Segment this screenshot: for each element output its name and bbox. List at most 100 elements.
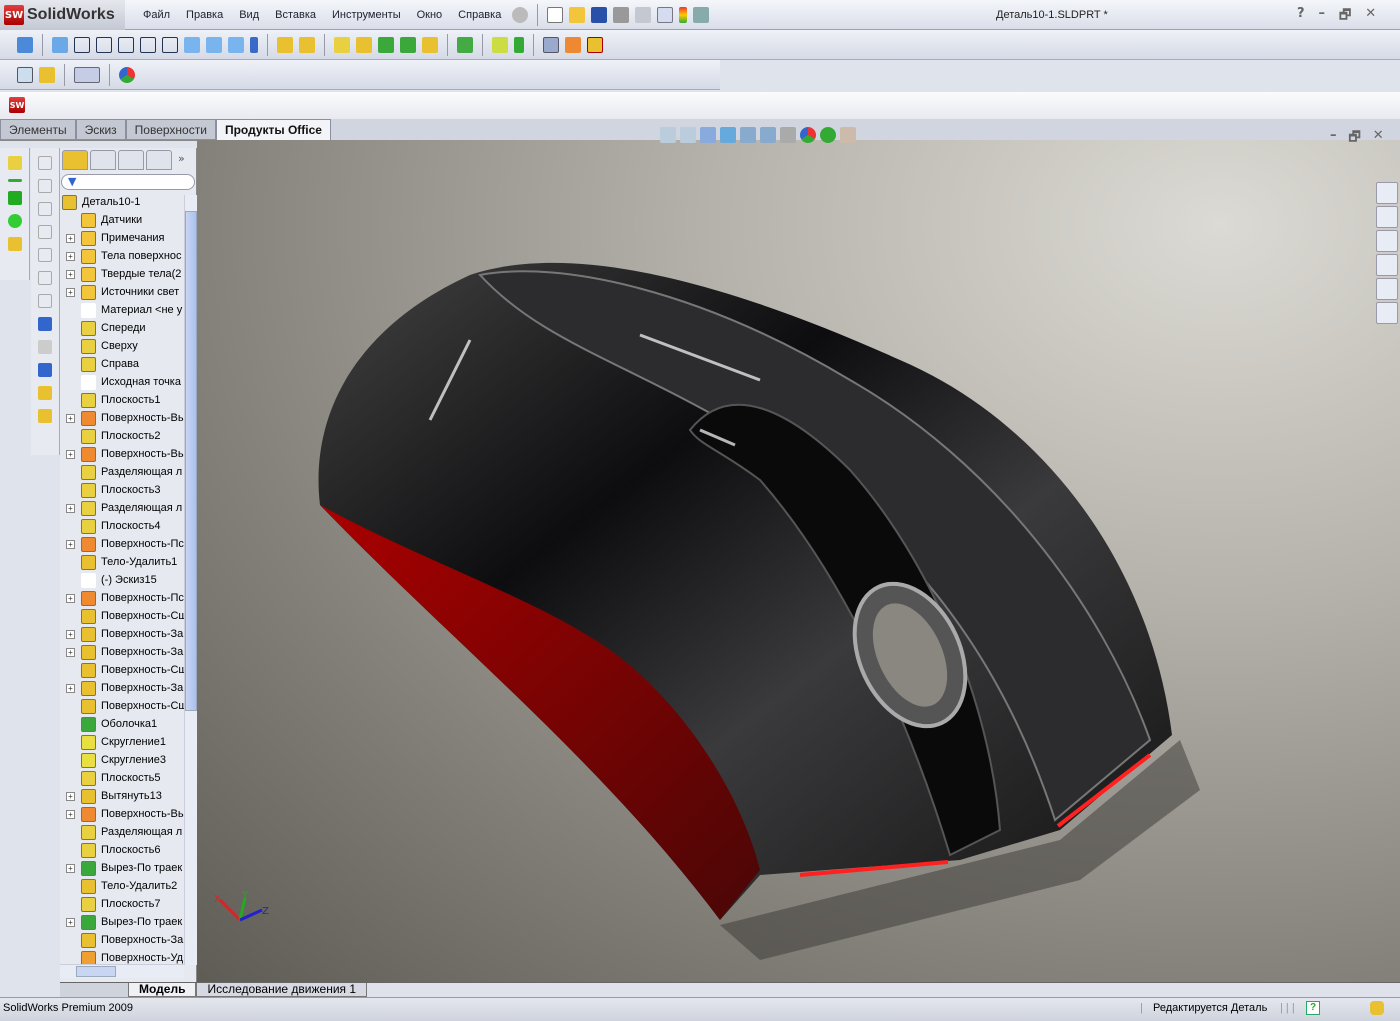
menu-window[interactable]: Окно bbox=[409, 9, 451, 21]
tree-item[interactable]: Скругление1 bbox=[60, 733, 184, 751]
zoom-area-icon[interactable] bbox=[680, 127, 696, 143]
view-bottom-icon[interactable] bbox=[38, 271, 52, 285]
shell-icon[interactable] bbox=[378, 37, 394, 53]
tree-item[interactable]: + Поверхность-Вь bbox=[60, 445, 184, 463]
curves-icon[interactable] bbox=[514, 37, 524, 53]
tree-item[interactable]: + Поверхность-За bbox=[60, 643, 184, 661]
sw-menu-icon[interactable]: SW bbox=[9, 97, 25, 113]
tree-item[interactable]: Тело-Удалить1 bbox=[60, 553, 184, 571]
scene-icon[interactable] bbox=[820, 127, 836, 143]
dimxpert-tab-icon[interactable] bbox=[146, 150, 172, 170]
view-right-icon[interactable] bbox=[38, 225, 52, 239]
move-entities-icon[interactable] bbox=[38, 363, 52, 377]
tab-features[interactable]: Элементы bbox=[0, 119, 76, 140]
select-icon[interactable] bbox=[657, 7, 674, 23]
coordinate-system-icon[interactable] bbox=[7, 191, 22, 205]
expand-icon[interactable]: + bbox=[66, 540, 75, 549]
tree-item[interactable]: Плоскость7 bbox=[60, 895, 184, 913]
doc-restore-button[interactable]: 🗗 bbox=[1349, 128, 1361, 150]
edit-appearance-icon[interactable] bbox=[800, 127, 816, 143]
solidworks-logo[interactable]: SW SolidWorks bbox=[0, 0, 125, 30]
tree-item[interactable]: Плоскость6 bbox=[60, 841, 184, 859]
view-front-icon[interactable] bbox=[52, 37, 68, 53]
swap-icon[interactable] bbox=[565, 37, 581, 53]
tree-item[interactable]: + Поверхность-Вь bbox=[60, 409, 184, 427]
tree-item[interactable]: Поверхность-Сш bbox=[60, 607, 184, 625]
tree-item[interactable]: Сверху bbox=[60, 337, 184, 355]
view-palette-icon[interactable] bbox=[1376, 254, 1398, 276]
view-trimetric-icon[interactable] bbox=[206, 37, 222, 53]
mirror-part-icon[interactable] bbox=[38, 409, 52, 423]
view-orientation-icon[interactable] bbox=[740, 127, 756, 143]
pin-icon[interactable] bbox=[512, 7, 529, 23]
tree-item[interactable]: Поверхность-За bbox=[60, 931, 184, 949]
menu-insert[interactable]: Вставка bbox=[267, 9, 324, 21]
help-icon[interactable]: ? bbox=[1306, 1001, 1320, 1015]
tree-item[interactable]: + Тела поверхнос bbox=[60, 247, 184, 265]
measure-icon[interactable] bbox=[250, 37, 258, 53]
tree-item[interactable]: + Вырез-По траек bbox=[60, 859, 184, 877]
tree-filter-input[interactable]: ▼ bbox=[61, 174, 195, 190]
tree-item[interactable]: + Поверхность-Вь bbox=[60, 805, 184, 823]
expand-icon[interactable]: + bbox=[66, 810, 75, 819]
extrude-cut-icon[interactable] bbox=[299, 37, 315, 53]
sketch-icon[interactable] bbox=[38, 317, 52, 331]
zoom-to-fit-icon[interactable] bbox=[660, 127, 676, 143]
instant3d-icon[interactable] bbox=[543, 37, 559, 53]
view-bottom-icon[interactable] bbox=[162, 37, 178, 53]
tree-item[interactable]: + Разделяющая л bbox=[60, 499, 184, 517]
file-explorer-icon[interactable] bbox=[1376, 230, 1398, 252]
tree-item[interactable]: Датчики bbox=[60, 211, 184, 229]
open-icon[interactable] bbox=[569, 7, 586, 23]
fillet-icon[interactable] bbox=[334, 37, 350, 53]
rib-icon[interactable] bbox=[422, 37, 438, 53]
doc-close-button[interactable]: ✕ bbox=[1373, 128, 1384, 150]
tree-item[interactable]: Разделяющая л bbox=[60, 823, 184, 841]
feature-tree-tab-icon[interactable] bbox=[62, 150, 88, 170]
mate-reference-icon[interactable] bbox=[7, 237, 22, 251]
tree-item[interactable]: Исходная точка bbox=[60, 373, 184, 391]
tree-item[interactable]: + Примечания bbox=[60, 229, 184, 247]
tree-item[interactable]: Плоскость2 bbox=[60, 427, 184, 445]
tree-item[interactable]: Плоскость1 bbox=[60, 391, 184, 409]
new-document-icon[interactable] bbox=[547, 7, 564, 23]
tree-item[interactable]: Разделяющая л bbox=[60, 463, 184, 481]
tree-item[interactable]: (-) Эскиз15 bbox=[60, 571, 184, 589]
tree-item[interactable]: + Поверхность-Пс bbox=[60, 589, 184, 607]
close-button[interactable]: ✕ bbox=[1365, 6, 1376, 28]
tree-item[interactable]: Справа bbox=[60, 355, 184, 373]
select-cursor-icon[interactable] bbox=[74, 67, 100, 83]
tree-item[interactable]: + Твердые тела(2 bbox=[60, 265, 184, 283]
expand-icon[interactable]: + bbox=[66, 414, 75, 423]
tree-item[interactable]: + Поверхность-За bbox=[60, 625, 184, 643]
axis-icon[interactable] bbox=[7, 179, 22, 182]
tree-hscroll-thumb[interactable] bbox=[76, 966, 116, 977]
tree-item[interactable]: Тело-Удалить2 bbox=[60, 877, 184, 895]
properties-icon[interactable] bbox=[17, 67, 33, 83]
tab-sketch[interactable]: Эскиз bbox=[75, 119, 126, 140]
expand-icon[interactable]: + bbox=[66, 234, 75, 243]
pattern-icon[interactable] bbox=[457, 37, 473, 53]
tree-item[interactable]: Плоскость5 bbox=[60, 769, 184, 787]
section-view-icon[interactable] bbox=[720, 127, 736, 143]
normal-to-icon[interactable] bbox=[17, 37, 33, 53]
menu-view[interactable]: Вид bbox=[231, 9, 267, 21]
sw-resources-icon[interactable] bbox=[1376, 182, 1398, 204]
expand-icon[interactable]: + bbox=[66, 252, 75, 261]
rebuild-icon[interactable] bbox=[679, 7, 688, 23]
delete-face-icon[interactable] bbox=[587, 37, 603, 53]
undo-icon[interactable] bbox=[635, 7, 652, 23]
display-style-icon[interactable] bbox=[760, 127, 776, 143]
view-back-icon[interactable] bbox=[74, 37, 90, 53]
tree-item[interactable]: + Вырез-По траек bbox=[60, 913, 184, 931]
view-top-icon[interactable] bbox=[140, 37, 156, 53]
expand-icon[interactable]: + bbox=[66, 594, 75, 603]
menu-tools[interactable]: Инструменты bbox=[324, 9, 409, 21]
tree-item[interactable]: + Поверхность-Пс bbox=[60, 535, 184, 553]
menu-help[interactable]: Справка bbox=[450, 9, 509, 21]
expand-icon[interactable]: + bbox=[66, 864, 75, 873]
tree-vertical-scrollbar[interactable] bbox=[184, 195, 197, 965]
view-left-icon[interactable] bbox=[96, 37, 112, 53]
expand-icon[interactable]: + bbox=[66, 450, 75, 459]
print-icon[interactable] bbox=[613, 7, 630, 23]
